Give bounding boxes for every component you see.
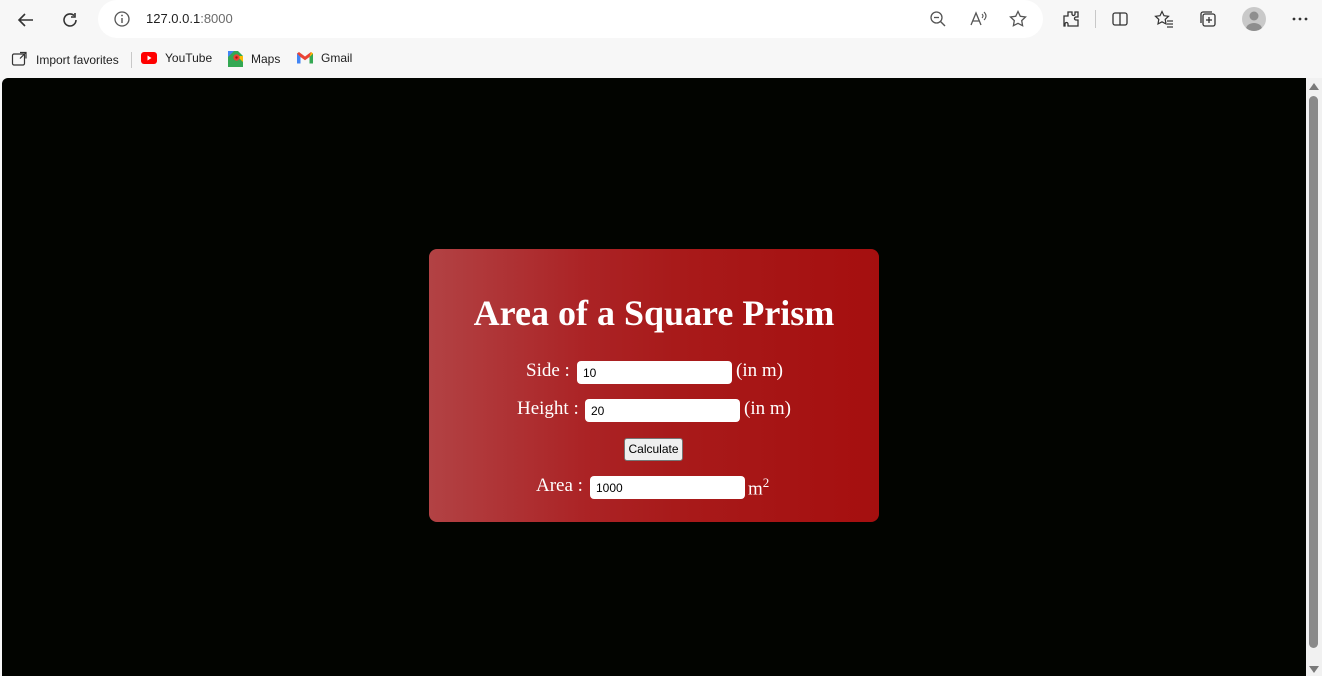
refresh-icon [63,13,77,27]
bookmark-divider [131,52,132,68]
favorites-icon[interactable] [1154,9,1174,29]
zoom-out-icon[interactable] [928,9,948,29]
side-unit: (in m) [736,360,783,381]
area-unit-exponent: 2 [762,475,770,490]
url-port: :8000 [200,11,233,26]
bookmarks-bar: Import favorites YouTube Maps Gmail [0,44,1322,76]
bookmark-youtube[interactable]: YouTube [141,51,212,65]
scroll-up-arrow-icon[interactable] [1309,83,1319,90]
bookmark-gmail[interactable]: Gmail [297,51,352,65]
read-aloud-icon[interactable] [968,9,988,29]
site-info-icon[interactable] [112,9,132,29]
bookmark-label: Import favorites [36,52,119,67]
page-title: Area of a Square Prism [473,293,835,333]
side-label: Side : [526,360,570,381]
height-label: Height : [517,398,579,419]
bookmark-label: YouTube [165,51,213,65]
side-input[interactable] [577,361,732,384]
scroll-thumb[interactable] [1309,96,1318,648]
area-output[interactable] [590,476,745,499]
url-host: 127.0.0.1 [146,11,201,26]
height-unit: (in m) [744,398,791,419]
gmail-icon [297,52,313,64]
maps-icon [228,51,243,67]
back-button[interactable] [12,6,40,34]
toolbar-divider [1095,10,1096,28]
area-unit: m2 [748,475,769,500]
vertical-scrollbar[interactable] [1306,78,1322,676]
calculator-card: Area of a Square Prism Side : (in m) Hei… [429,249,879,522]
favorite-star-icon[interactable] [1008,9,1028,29]
bookmark-maps[interactable]: Maps [228,51,280,67]
profile-icon [1246,11,1262,31]
back-arrow-icon [17,13,33,27]
more-options-icon[interactable] [1290,9,1310,29]
url-text: 127.0.0.1:8000 [146,11,233,26]
bookmark-import-favorites[interactable]: Import favorites [11,51,119,68]
height-input[interactable] [585,399,740,422]
bookmark-label: Gmail [321,51,353,65]
refresh-button[interactable] [56,6,84,34]
extensions-icon[interactable] [1061,9,1081,29]
collections-icon[interactable] [1198,9,1218,29]
import-favorites-icon [11,51,27,66]
area-unit-base: m [748,478,763,500]
profile-avatar[interactable] [1242,7,1266,31]
youtube-icon [141,52,157,64]
bookmark-label: Maps [251,52,281,66]
browser-toolbar: 127.0.0.1:8000 [0,0,1322,40]
address-bar[interactable]: 127.0.0.1:8000 [98,0,1043,38]
scroll-down-arrow-icon[interactable] [1309,666,1319,673]
area-label: Area : [536,475,583,496]
split-screen-icon[interactable] [1110,9,1130,29]
calculate-button[interactable]: Calculate [624,438,683,461]
